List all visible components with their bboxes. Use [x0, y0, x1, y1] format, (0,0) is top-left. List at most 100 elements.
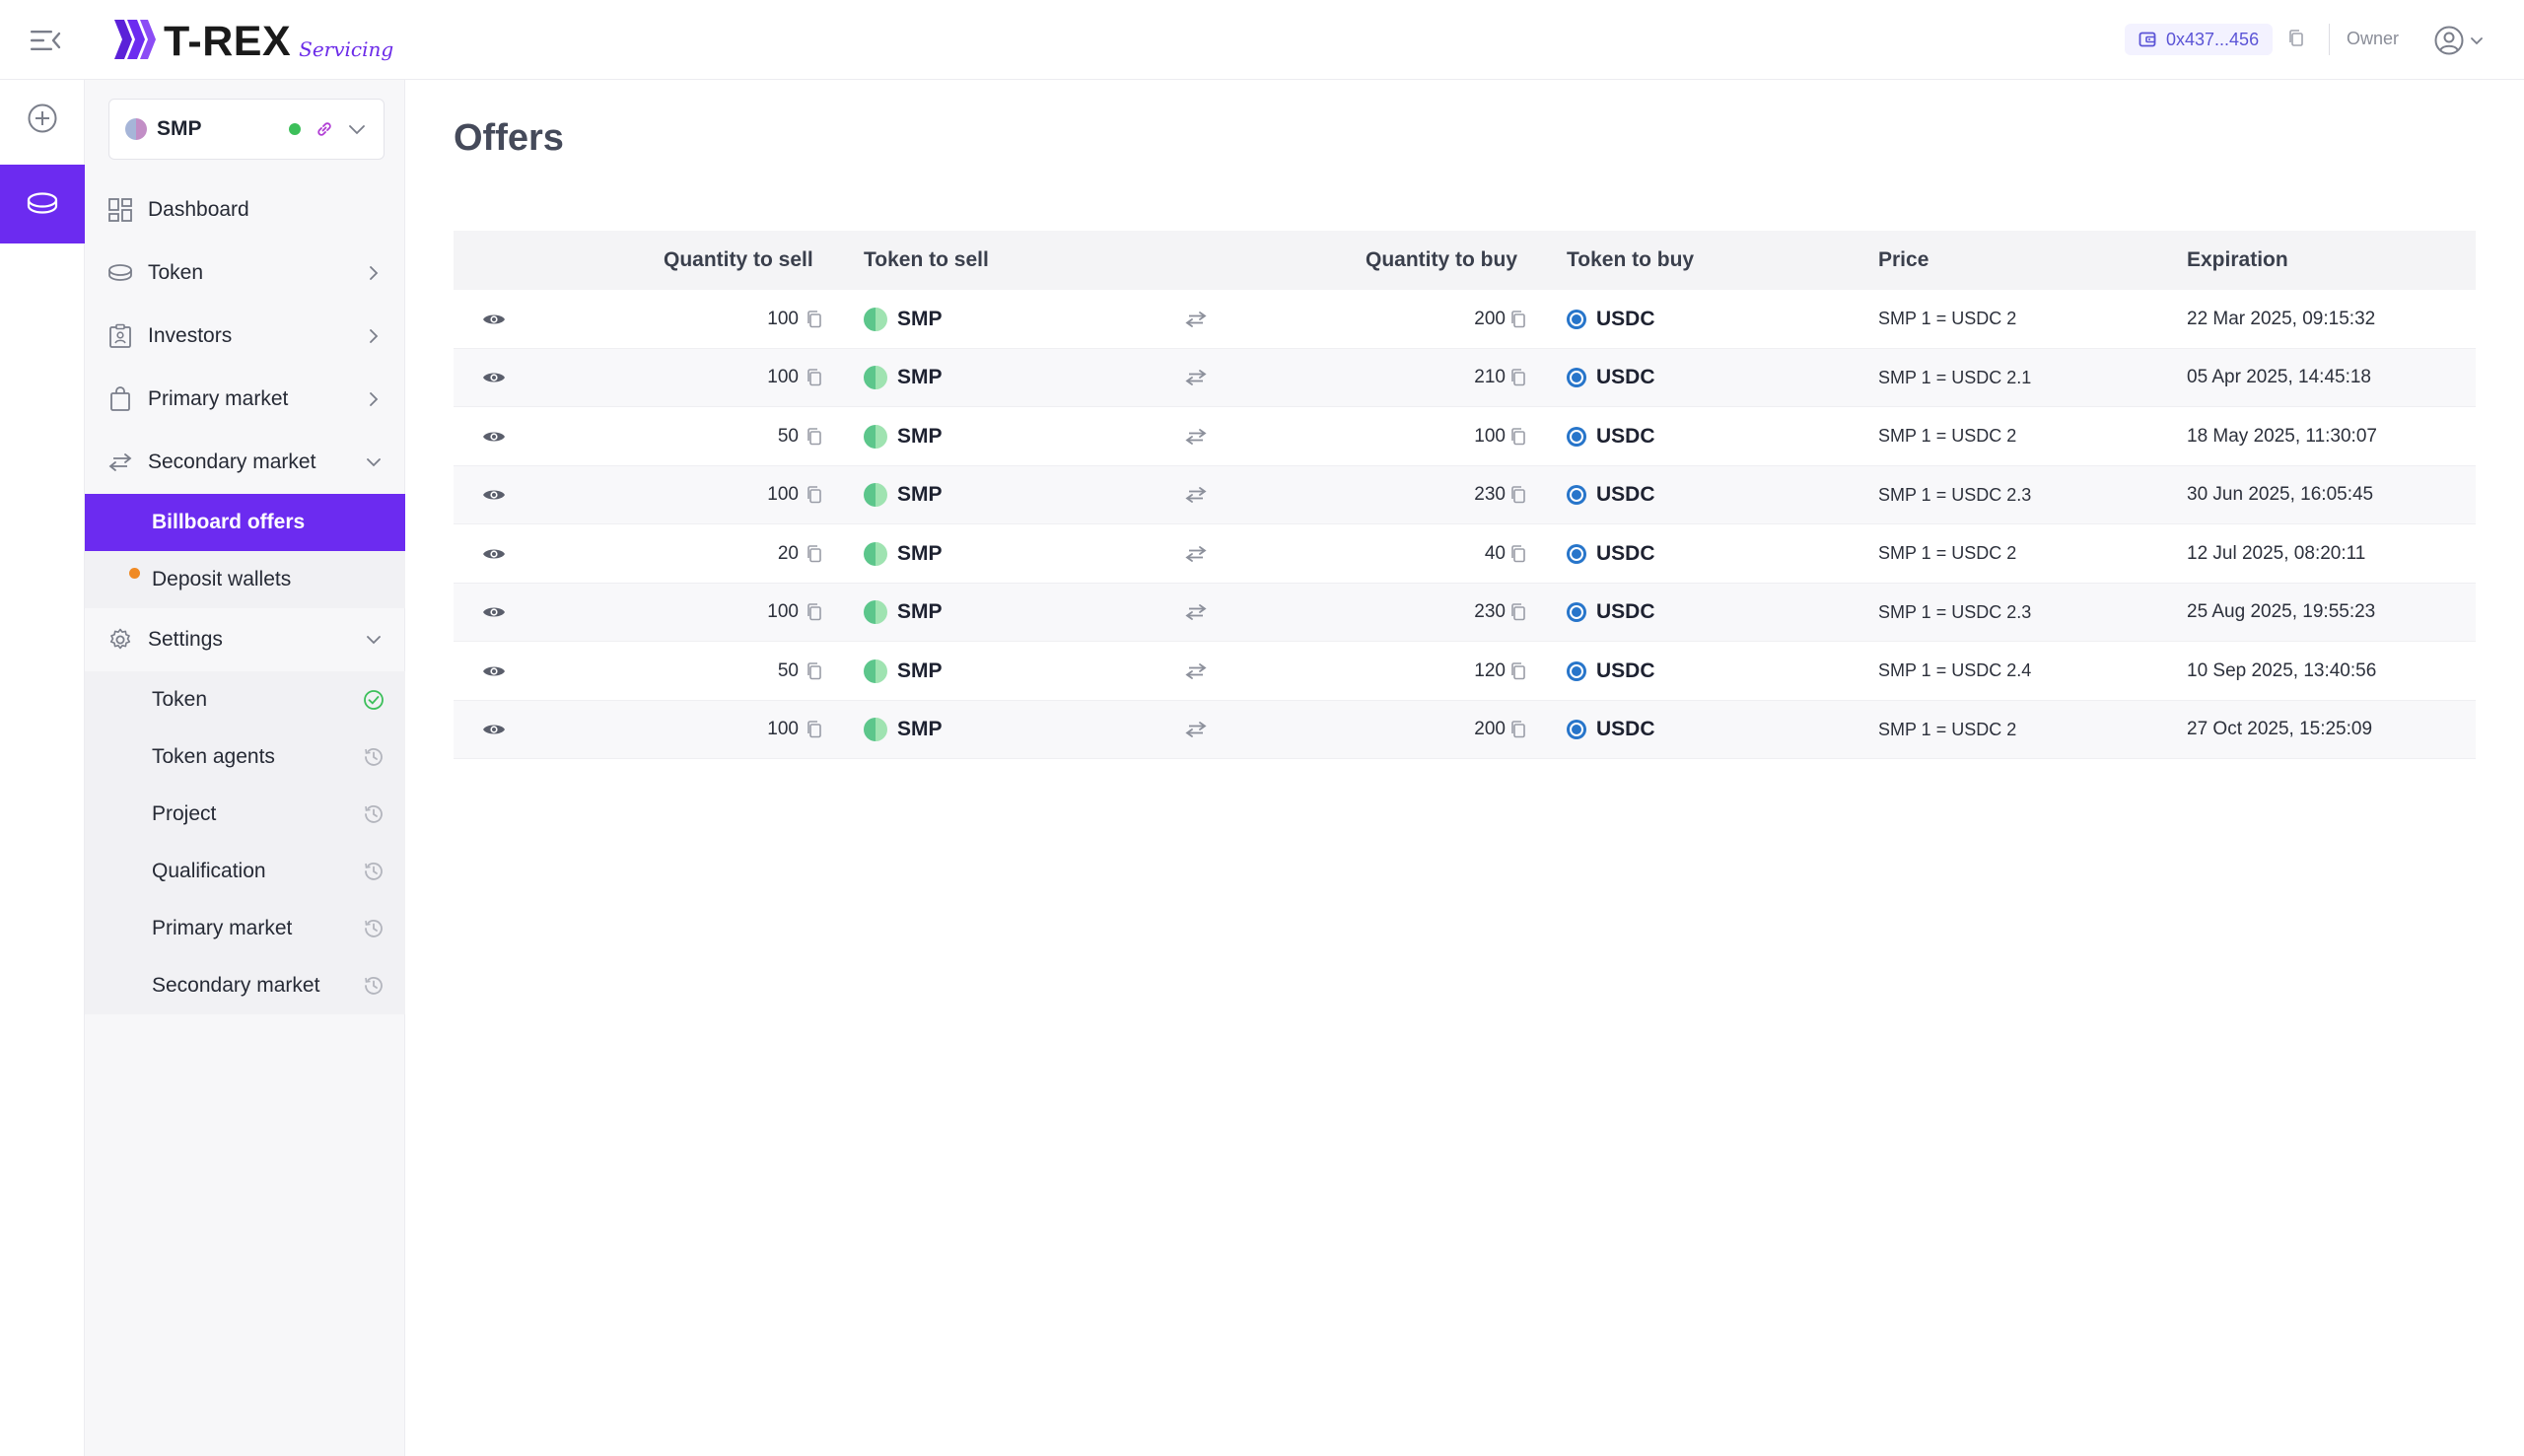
check-circle-icon	[362, 688, 386, 712]
copy-quantity-sell-button[interactable]	[803, 524, 826, 583]
copy-quantity-sell-button[interactable]	[803, 349, 826, 407]
copy-quantity-buy-button[interactable]	[1507, 642, 1530, 700]
copy-quantity-sell-button[interactable]	[803, 584, 826, 642]
smp-token-icon	[864, 366, 887, 389]
copy-icon	[1511, 661, 1525, 679]
offer-expiration: 10 Sep 2025, 13:40:56	[2187, 659, 2377, 681]
table-row: 100 SMP 200	[454, 290, 2476, 349]
copy-icon	[1511, 603, 1525, 621]
rail-tokens-button[interactable]	[0, 165, 85, 243]
eye-icon	[483, 607, 505, 617]
chevron-right-icon	[362, 261, 386, 285]
settings-item-project[interactable]: Project	[85, 786, 405, 843]
view-offer-button[interactable]	[479, 290, 509, 348]
sidebar-item-billboard-offers[interactable]: Billboard offers	[85, 494, 405, 551]
offer-expiration: 25 Aug 2025, 19:55:23	[2187, 601, 2376, 622]
settings-item-qualification[interactable]: Qualification	[85, 843, 405, 900]
copy-address-button[interactable]	[2285, 28, 2311, 53]
offer-expiration: 30 Jun 2025, 16:05:45	[2187, 484, 2374, 505]
add-token-button[interactable]	[22, 98, 63, 139]
copy-quantity-buy-button[interactable]	[1507, 407, 1530, 465]
settings-item-token-agents[interactable]: Token agents	[85, 728, 405, 786]
copy-quantity-buy-button[interactable]	[1507, 524, 1530, 583]
chevron-down-icon	[362, 628, 386, 652]
quantity-to-sell: 100	[767, 601, 799, 622]
copy-icon	[2289, 30, 2303, 46]
settings-item-token[interactable]: Token	[85, 671, 405, 728]
offer-expiration: 22 Mar 2025, 09:15:32	[2187, 308, 2376, 329]
usdc-token-icon	[1567, 602, 1586, 622]
sidebar-label: Token	[148, 261, 204, 284]
offer-price: SMP 1 = USDC 2.3	[1878, 484, 2032, 505]
view-offer-button[interactable]	[479, 407, 509, 465]
collapse-menu-button[interactable]	[26, 22, 65, 59]
view-offer-button[interactable]	[479, 349, 509, 407]
copy-quantity-buy-button[interactable]	[1507, 584, 1530, 642]
offer-price: SMP 1 = USDC 2.1	[1878, 367, 2032, 387]
header-quantity-to-buy: Quantity to buy	[1366, 248, 1517, 271]
view-offer-button[interactable]	[479, 642, 509, 700]
account-menu-button[interactable]	[2433, 22, 2492, 59]
sidebar-item-token[interactable]: Token	[85, 242, 405, 305]
copy-quantity-buy-button[interactable]	[1507, 466, 1530, 524]
sidebar-item-investors[interactable]: Investors	[85, 305, 405, 368]
settings-item-primary-market[interactable]: Primary market	[85, 900, 405, 957]
copy-quantity-sell-button[interactable]	[803, 290, 826, 348]
swap-arrows-icon	[1179, 466, 1213, 524]
header-token-to-buy: Token to buy	[1567, 248, 1695, 271]
token-to-sell: SMP	[864, 524, 943, 583]
sidebar-item-primary-market[interactable]: Primary market	[85, 368, 405, 431]
token-to-buy: USDC	[1567, 407, 1655, 465]
chevron-right-icon	[362, 324, 386, 348]
copy-quantity-buy-button[interactable]	[1507, 290, 1530, 348]
view-offer-button[interactable]	[479, 584, 509, 642]
token-to-sell-label: SMP	[897, 483, 943, 506]
copy-quantity-buy-button[interactable]	[1507, 349, 1530, 407]
logo-subtitle: Servicing	[299, 37, 394, 61]
sidebar-item-deposit-wallets[interactable]: Deposit wallets	[85, 551, 405, 608]
wallet-icon	[2138, 32, 2156, 47]
quantity-to-buy: 120	[1474, 659, 1506, 681]
token-to-sell: SMP	[864, 290, 943, 348]
view-offer-button[interactable]	[479, 701, 509, 759]
token-to-sell-label: SMP	[897, 307, 943, 330]
wallet-address-badge[interactable]: 0x437...456	[2125, 24, 2274, 55]
table-row: 100 SMP 230	[454, 583, 2476, 642]
copy-quantity-sell-button[interactable]	[803, 642, 826, 700]
copy-quantity-sell-button[interactable]	[803, 407, 826, 465]
copy-quantity-sell-button[interactable]	[803, 466, 826, 524]
eye-icon	[483, 549, 505, 558]
sidebar-item-settings[interactable]: Settings	[85, 608, 405, 671]
header-quantity-to-sell: Quantity to sell	[664, 248, 813, 271]
swap-arrows-icon	[106, 449, 134, 476]
view-offer-button[interactable]	[479, 524, 509, 583]
copy-icon	[1511, 544, 1525, 562]
quantity-to-buy: 100	[1474, 425, 1506, 447]
swap-arrows-icon	[1179, 407, 1213, 465]
usdc-token-icon	[1567, 485, 1586, 505]
plus-circle-icon	[28, 104, 57, 133]
eye-icon	[483, 725, 505, 734]
offer-price: SMP 1 = USDC 2	[1878, 309, 2017, 328]
token-selector[interactable]: SMP	[108, 99, 385, 160]
sidebar-item-secondary-market[interactable]: Secondary market	[85, 431, 405, 494]
token-to-buy-label: USDC	[1596, 659, 1655, 682]
view-offer-button[interactable]	[479, 466, 509, 524]
sidebar-item-dashboard[interactable]: Dashboard	[85, 178, 405, 242]
app-logo[interactable]: T-REX Servicing	[112, 14, 393, 65]
eye-icon	[483, 373, 505, 382]
quantity-to-sell: 50	[777, 659, 799, 681]
settings-item-secondary-market[interactable]: Secondary market	[85, 957, 405, 1014]
copy-quantity-buy-button[interactable]	[1507, 701, 1530, 759]
usdc-token-icon	[1567, 426, 1586, 447]
copy-quantity-sell-button[interactable]	[803, 701, 826, 759]
swap-arrows-icon	[1179, 349, 1213, 407]
page-title: Offers	[454, 117, 564, 159]
swap-arrows-icon	[1179, 642, 1213, 700]
copy-icon	[807, 427, 821, 445]
token-to-buy: USDC	[1567, 524, 1655, 583]
token-to-buy-label: USDC	[1596, 307, 1655, 330]
selected-token-name: SMP	[157, 117, 202, 140]
token-to-buy-label: USDC	[1596, 424, 1655, 448]
smp-token-icon	[864, 541, 887, 566]
